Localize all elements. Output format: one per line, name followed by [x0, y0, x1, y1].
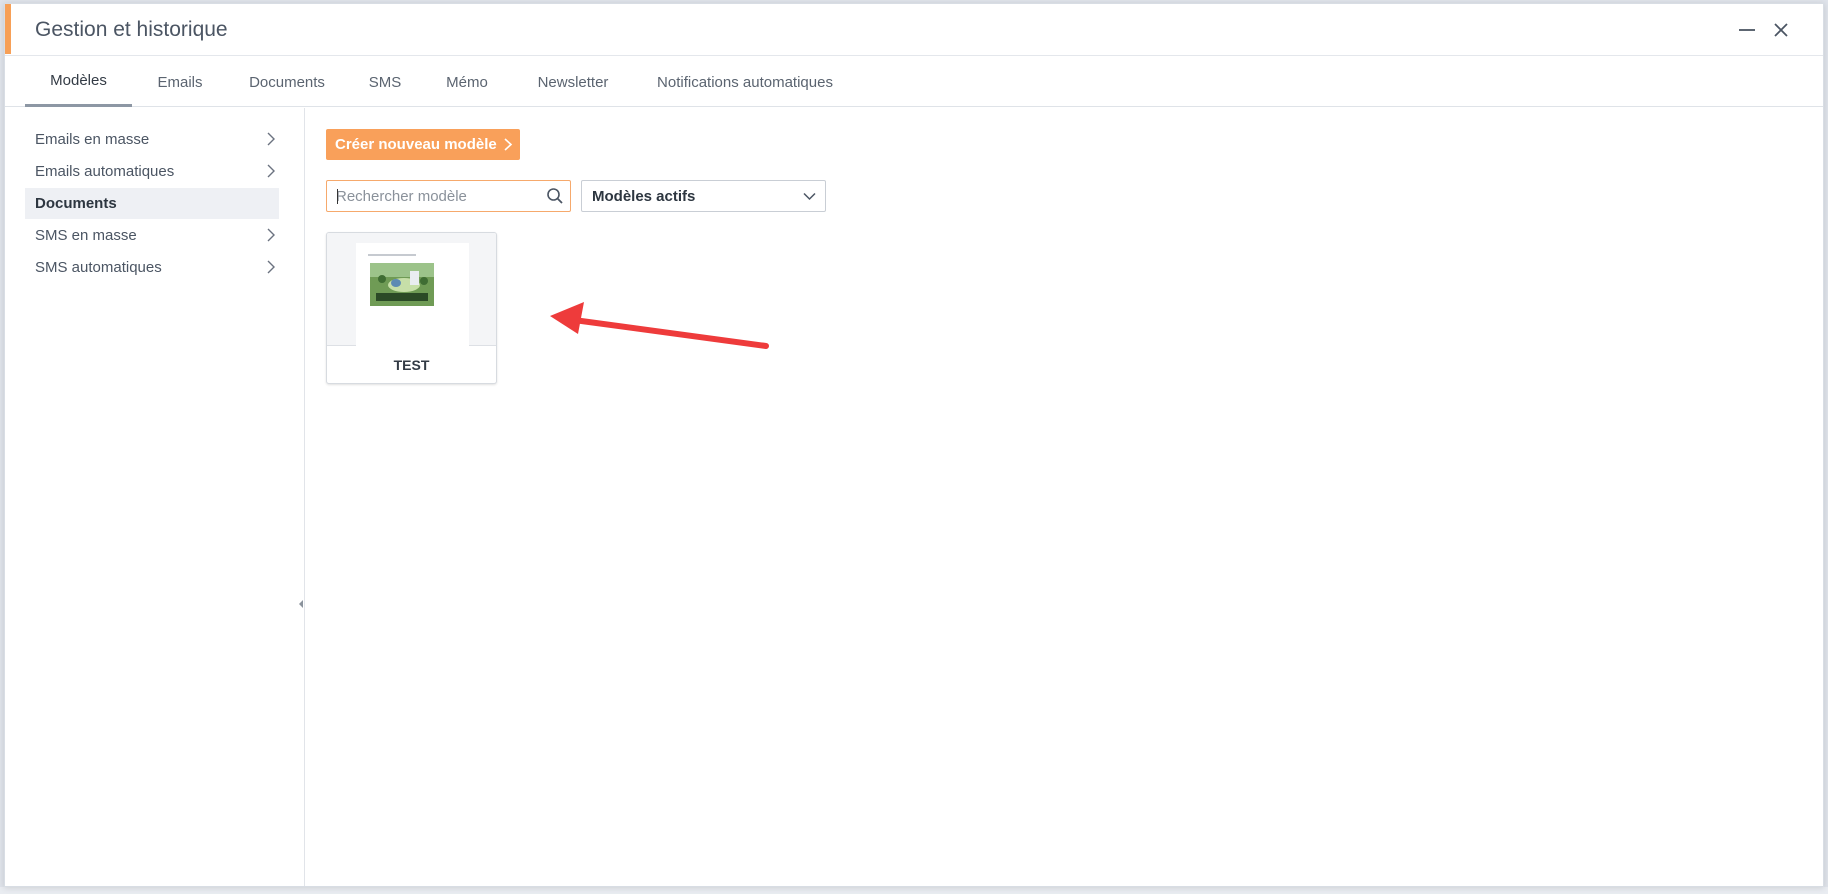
search-icon[interactable]: [546, 187, 564, 205]
chevron-right-icon: [267, 164, 275, 178]
annotation-arrow-icon: [550, 302, 769, 349]
sidebar-item-label: Emails en masse: [35, 131, 150, 148]
tab-notifications-automatiques[interactable]: Notifications automatiques: [648, 57, 842, 107]
chevron-right-icon: [267, 260, 275, 274]
sidebar-item-label: Documents: [35, 195, 117, 212]
tab-newsletter[interactable]: Newsletter: [525, 57, 621, 107]
search-input[interactable]: [336, 181, 536, 211]
chevron-down-icon: [803, 192, 816, 201]
tab-memo[interactable]: Mémo: [435, 57, 499, 107]
sidebar-item-emails-en-masse[interactable]: Emails en masse: [25, 124, 279, 155]
preview-text-line: [368, 254, 416, 256]
titlebar: Gestion et historique: [5, 4, 1823, 56]
sidebar-item-sms-en-masse[interactable]: SMS en masse: [25, 220, 279, 251]
tab-bar: Modèles Emails Documents SMS Mémo Newsle…: [5, 57, 1823, 107]
sidebar-item-label: SMS automatiques: [35, 259, 162, 276]
backdrop: [0, 887, 1828, 894]
chevron-right-icon: [267, 132, 275, 146]
create-template-label: Créer nouveau modèle: [335, 136, 497, 153]
sidebar-item-documents[interactable]: Documents: [25, 188, 279, 219]
chevron-right-icon: [504, 138, 513, 151]
sidebar-item-label: SMS en masse: [35, 227, 137, 244]
chevron-right-icon: [267, 228, 275, 242]
template-title: TEST: [393, 357, 430, 373]
sidebar-item-sms-automatiques[interactable]: SMS automatiques: [25, 252, 279, 283]
status-filter-value: Modèles actifs: [592, 187, 696, 205]
template-card[interactable]: TEST: [326, 232, 497, 384]
tab-emails[interactable]: Emails: [145, 57, 215, 107]
status-filter-select[interactable]: Modèles actifs: [581, 180, 826, 212]
tab-documents[interactable]: Documents: [235, 57, 339, 107]
text-cursor: [337, 189, 338, 204]
template-preview: [327, 233, 496, 346]
close-button[interactable]: [1767, 16, 1795, 44]
sidebar-item-emails-automatiques[interactable]: Emails automatiques: [25, 156, 279, 187]
template-preview-page: [356, 243, 469, 346]
tab-sms[interactable]: SMS: [357, 57, 413, 107]
window-title: Gestion et historique: [35, 18, 228, 41]
sidebar-collapse-handle[interactable]: [299, 600, 303, 608]
sidebar: Emails en masse Emails automatiques Docu…: [5, 108, 305, 886]
tab-modeles[interactable]: Modèles: [25, 57, 132, 107]
search-box: [326, 180, 571, 212]
close-icon: [1774, 23, 1788, 37]
modal-window: Gestion et historique Modèles Emails Doc…: [4, 3, 1824, 887]
sidebar-item-label: Emails automatiques: [35, 163, 175, 180]
minimize-icon: [1739, 29, 1755, 31]
main-content: Créer nouveau modèle Modèles actifs: [306, 108, 1823, 886]
minimize-button[interactable]: [1733, 16, 1761, 44]
template-thumbnail-image: [370, 263, 434, 306]
create-template-button[interactable]: Créer nouveau modèle: [326, 129, 520, 160]
